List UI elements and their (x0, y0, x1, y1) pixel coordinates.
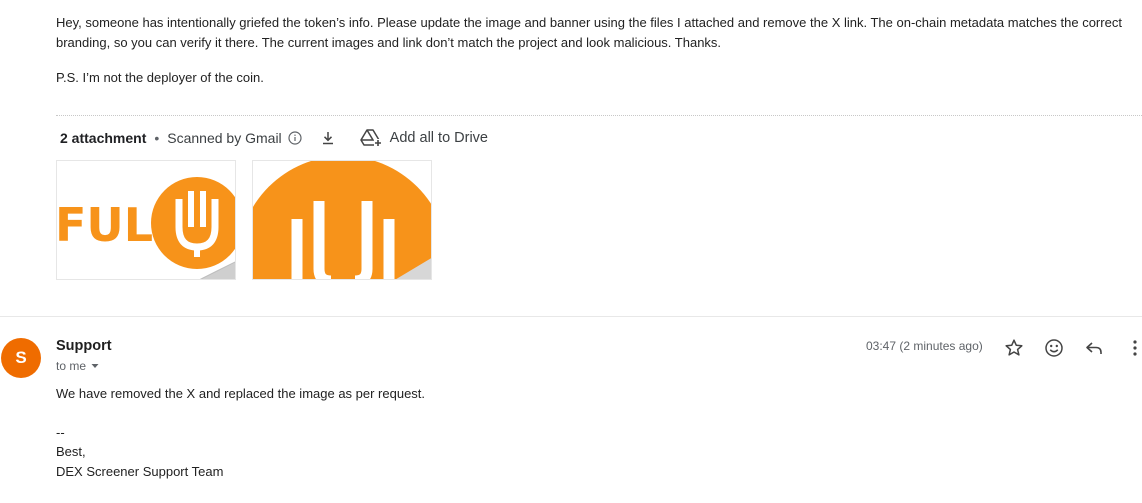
signature-closing: Best, (56, 444, 86, 459)
message-divider (0, 316, 1142, 317)
signature-team: DEX Screener Support Team (56, 464, 224, 479)
attachments-divider (56, 115, 1142, 116)
download-icon[interactable] (320, 130, 336, 146)
add-to-drive-icon[interactable] (359, 128, 382, 148)
attachment-count: 2 attachment (60, 130, 147, 146)
attachment-thumbnail-logo[interactable] (252, 160, 432, 280)
banner-logo-text: FUL (57, 198, 153, 252)
sender-name[interactable]: Support (56, 338, 112, 354)
emoji-icon[interactable] (1043, 337, 1065, 359)
more-vert-icon[interactable] (1124, 337, 1142, 359)
signature-separator: -- (56, 425, 65, 440)
separator-dot: • (154, 130, 160, 146)
avatar[interactable]: S (1, 338, 41, 378)
recipient-details[interactable]: to me (56, 359, 100, 373)
message-timestamp: 03:47 (2 minutes ago) (866, 339, 983, 353)
add-all-to-drive-link[interactable]: Add all to Drive (390, 130, 488, 146)
message-postscript: P.S. I’m not the deployer of the coin. (56, 70, 264, 85)
recipient-label: to me (56, 359, 87, 373)
message-paragraph: Hey, someone has intentionally griefed t… (56, 15, 1122, 50)
attachment-thumbnail-banner[interactable]: FUL (56, 160, 236, 280)
chevron-down-icon[interactable] (90, 361, 100, 371)
star-icon[interactable] (1003, 337, 1025, 359)
attachments-bar: 2 attachment • Scanned by Gmail Add all … (60, 126, 488, 150)
scanned-by-gmail-label: Scanned by Gmail (167, 130, 282, 146)
reply-message-body: We have removed the X and replaced the i… (56, 386, 426, 401)
reply-icon[interactable] (1083, 337, 1105, 359)
info-icon[interactable] (288, 131, 302, 145)
